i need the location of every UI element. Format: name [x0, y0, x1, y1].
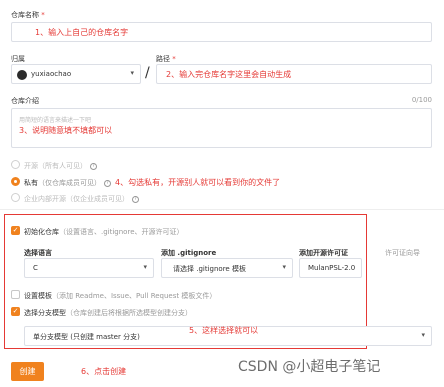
annotation-step-5: 5、这样选择就可以 — [189, 326, 259, 335]
language-label: 选择语言 — [24, 249, 52, 257]
language-select[interactable]: C ▾ — [24, 258, 154, 278]
radio-private[interactable] — [11, 177, 20, 186]
avatar — [17, 70, 27, 80]
owner-value: yuxiaochao — [31, 70, 72, 78]
annotation-step-3: 3、说明随意填不填都可以 — [19, 126, 113, 135]
radio-public[interactable] — [11, 160, 20, 169]
radio-enterprise[interactable] — [11, 193, 20, 202]
chevron-down-icon: ▾ — [282, 263, 286, 271]
init-checkbox[interactable]: ✓ — [11, 226, 20, 235]
license-wizard-link[interactable]: 许可证向导 — [385, 248, 420, 258]
help-icon: ? — [132, 195, 139, 203]
intro-label: 仓库介绍 — [11, 97, 39, 105]
intro-placeholder: 用简短的语言来描述一下吧 — [19, 117, 92, 124]
owner-select[interactable]: yuxiaochao ▾ — [11, 64, 141, 84]
help-icon: ? — [104, 179, 111, 187]
divider — [0, 209, 444, 210]
license-select[interactable]: MulanPSL-2.0 — [299, 258, 362, 278]
chevron-down-icon: ▾ — [143, 263, 147, 271]
branch-checkbox[interactable]: ✓ — [11, 307, 20, 316]
template-checkbox[interactable] — [11, 290, 20, 299]
license-label: 添加开源许可证 — [299, 249, 348, 257]
help-icon: ? — [90, 162, 97, 170]
gitignore-label: 添加 .gitignore — [161, 249, 217, 257]
path-separator: / — [145, 65, 150, 81]
annotation-step-1: 1、输入上自己的仓库名字 — [35, 28, 129, 37]
owner-label: 归属 — [11, 55, 25, 63]
annotation-step-6: 6、点击创建 — [81, 367, 127, 376]
intro-counter: 0/100 — [411, 96, 432, 104]
gitignore-select[interactable]: 请选择 .gitignore 模板 ▾ — [161, 258, 293, 278]
repo-name-label: 仓库名称 * — [11, 11, 45, 19]
intro-textarea[interactable]: 用简短的语言来描述一下吧 3、说明随意填不填都可以 — [11, 108, 432, 148]
create-button[interactable]: 创建 — [11, 362, 44, 381]
annotation-step-2: 2、输入完仓库名字这里会自动生成 — [166, 70, 292, 79]
csdn-watermark: CSDN @小超电子笔记 — [238, 359, 381, 375]
path-label: 路径 * — [156, 55, 176, 63]
path-input[interactable]: 2、输入完仓库名字这里会自动生成 — [156, 64, 432, 84]
annotation-step-4: 4、勾选私有，开源别人就可以看到你的文件了 — [115, 178, 281, 187]
chevron-down-icon: ▾ — [130, 69, 134, 77]
repo-name-input[interactable]: 1、输入上自己的仓库名字 — [11, 22, 432, 42]
chevron-down-icon: ▾ — [421, 331, 425, 339]
